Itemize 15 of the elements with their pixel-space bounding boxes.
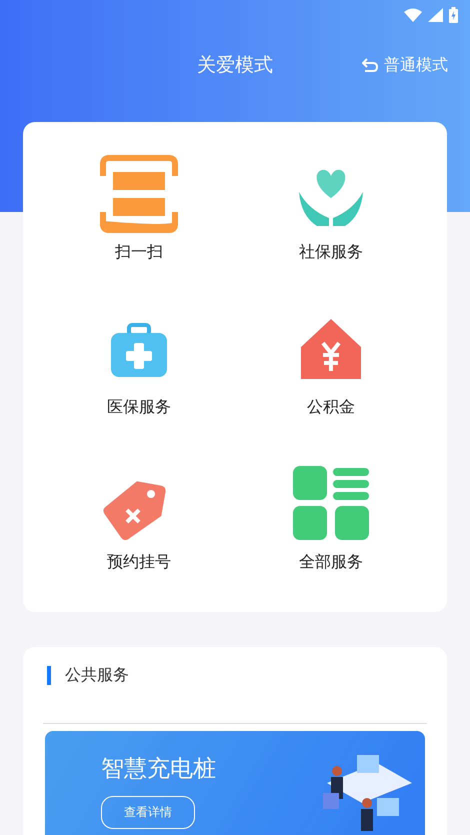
scan-icon[interactable] [99,154,179,234]
service-label[interactable]: 预约挂号 [107,552,171,573]
service-label[interactable]: 社保服务 [299,242,363,263]
service-label[interactable]: 医保服务 [107,397,171,418]
return-icon [362,58,378,72]
page-title: 关爱模式 [197,53,273,78]
wifi-icon [404,8,422,22]
service-label[interactable]: 全部服务 [299,552,363,573]
battery-icon [449,7,458,23]
service-label[interactable]: 扫一扫 [115,242,163,263]
signal-icon [428,8,443,22]
section-marker [47,666,51,684]
service-label[interactable]: 公积金 [307,397,355,418]
banner-title: 智慧充电桩 [101,755,216,784]
section-title: 公共服务 [65,664,129,686]
